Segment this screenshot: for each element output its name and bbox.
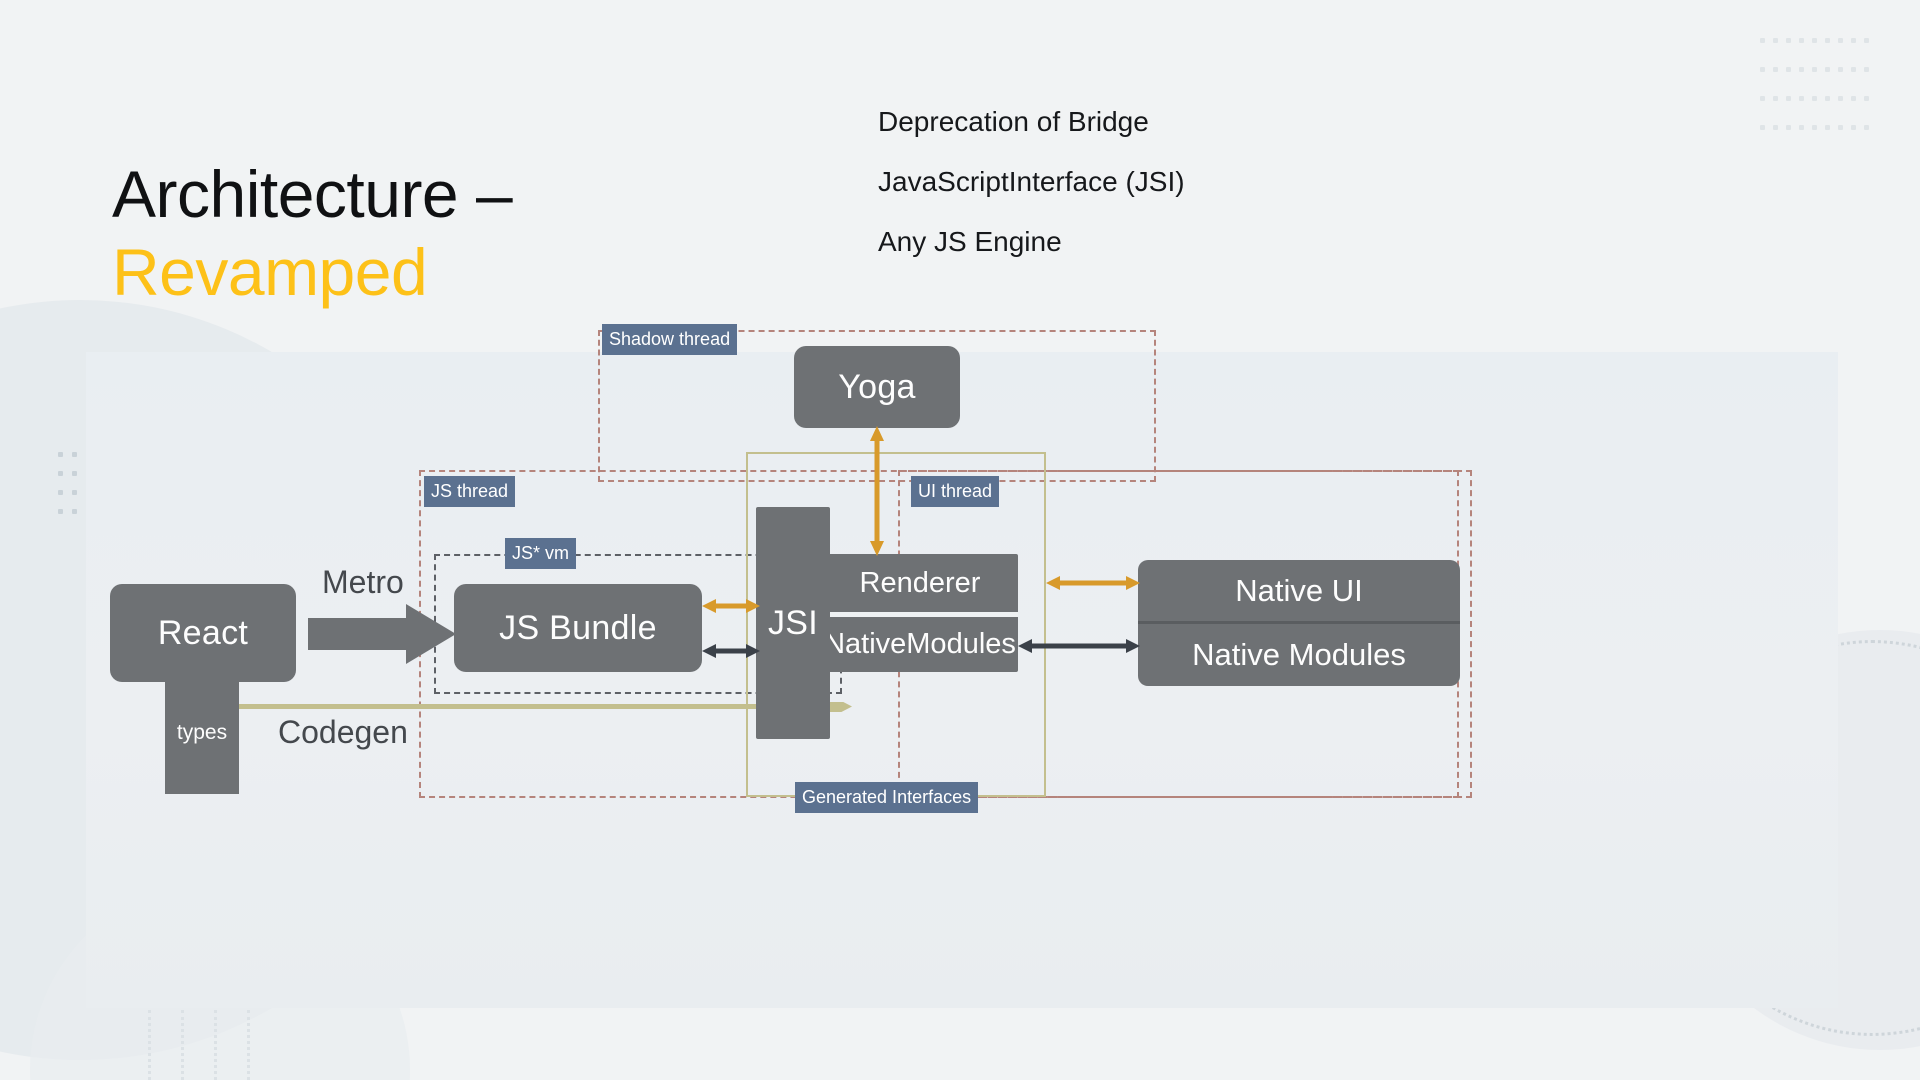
node-renderer-label: Renderer [859,566,981,599]
region-label-js-thread: JS thread [424,476,516,507]
node-react-types: types [165,672,239,794]
node-jsi: JSI [756,507,830,739]
edge-label-metro: Metro [322,564,404,600]
node-yoga: Yoga [794,346,960,428]
node-renderer-nativemodules: Renderer NativeModules [822,554,1018,672]
arrow-nativemodules-dark [1018,639,1140,653]
page-title: Architecture – Revamped [112,156,752,312]
node-js-bundle: JS Bundle [454,584,702,672]
region-label-ui-thread: UI thread [911,476,1000,507]
bullet-item: Any JS Engine [878,226,1062,257]
node-native-ui-label: Native UI [1235,573,1363,608]
node-native: Native UI Native Modules [1138,560,1460,686]
decorative-dot-grid-top-right [1760,38,1880,148]
node-js-bundle-label: JS Bundle [499,608,657,647]
node-yoga-label: Yoga [838,367,916,406]
arrow-jsbundle-jsi-orange [702,599,760,613]
node-nativemodules-label: NativeModules [824,627,1016,660]
edge-label-codegen: Codegen [278,714,408,750]
arrow-renderer-nativeui-orange [1046,576,1140,590]
arrow-yoga-renderer-orange [870,426,884,556]
region-label-shadow-thread: Shadow thread [602,324,738,355]
metro-block-arrow-icon [308,604,456,664]
page-title-line1: Architecture – [112,157,513,232]
architecture-diagram: Shadow thread JS thread JS* vm UI thread… [86,324,1838,1008]
node-react-label: React [157,613,249,652]
node-react: React [110,584,296,682]
arrow-jsbundle-jsi-dark [702,644,760,658]
node-react-types-label: types [176,721,228,744]
node-jsi-label: JSI [767,603,819,642]
page-title-accent: Revamped [112,235,428,310]
region-label-generated-interfaces: Generated Interfaces [795,782,979,813]
node-native-modules-label: Native Modules [1192,637,1406,672]
bullet-list: Deprecation of Bridge JavaScriptInterfac… [878,108,1598,288]
decorative-vertical-dotted-lines [148,1010,298,1080]
bullet-item: JavaScriptInterface (JSI) [878,166,1185,197]
slide-root: Architecture – Revamped Deprecation of B… [0,0,1920,1080]
region-label-js-vm: JS* vm [505,538,577,569]
bullet-item: Deprecation of Bridge [878,106,1149,137]
